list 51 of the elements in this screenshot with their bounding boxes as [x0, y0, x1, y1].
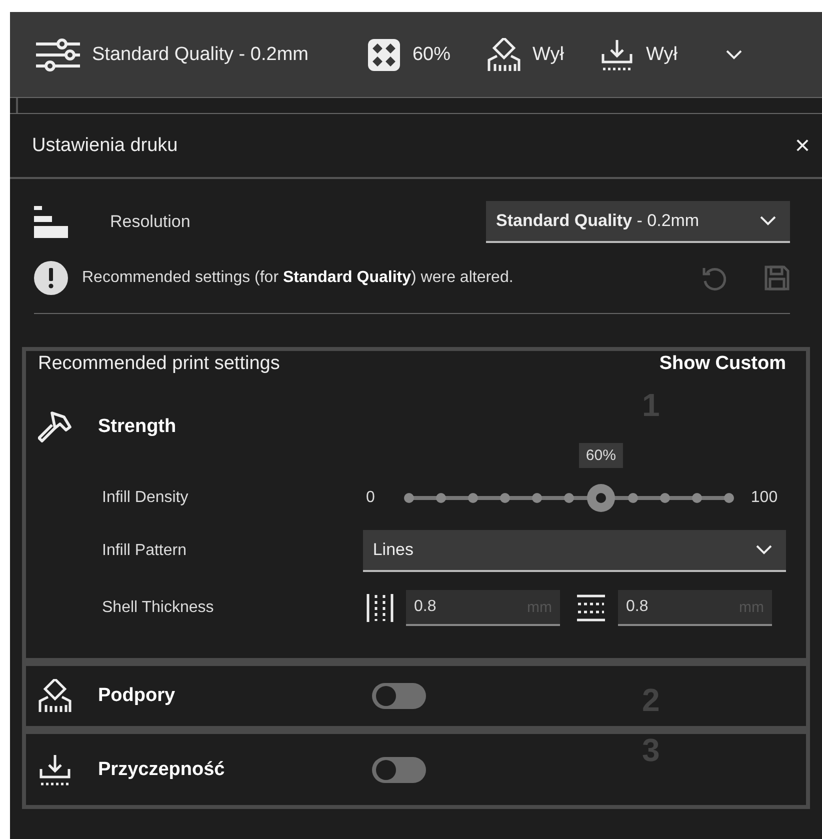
slider-tick [724, 493, 734, 503]
chevron-down-icon [726, 50, 742, 60]
setting-label: Infill Density [102, 489, 190, 507]
adhesion-icon [600, 38, 634, 72]
infill-pattern-dropdown[interactable]: Lines [362, 530, 786, 572]
slider-tick [564, 493, 574, 503]
hammer-icon [38, 411, 72, 443]
slider-tick [436, 493, 446, 503]
panel-title: Ustawienia druku [32, 134, 178, 156]
save-icon[interactable] [764, 265, 790, 291]
toggle-switch[interactable] [372, 683, 426, 709]
slider-tick [532, 493, 542, 503]
support-button[interactable]: Wył [486, 38, 564, 72]
sliders-icon [36, 38, 80, 72]
support-icon [486, 38, 521, 72]
adhesion-button[interactable]: Wył [600, 38, 678, 72]
slider-tick [692, 493, 702, 503]
warning-icon [34, 261, 68, 295]
slider-min-label: 0 [366, 489, 375, 507]
infill-button[interactable]: 60% [368, 38, 451, 70]
support-icon [38, 679, 72, 713]
setting-label: Infill Pattern [102, 542, 188, 560]
slider-tick [660, 493, 670, 503]
section-heading: Przyczepność [98, 758, 226, 780]
profile-button[interactable]: Standard Quality - 0.2mm [36, 38, 308, 72]
resolution-label: Resolution [110, 212, 192, 232]
slider-tick [468, 493, 478, 503]
infill-icon [368, 38, 400, 70]
close-button[interactable]: × [788, 129, 816, 162]
adhesion-icon [38, 752, 72, 786]
slider-tick [500, 493, 510, 503]
setting-label: Shell Thickness [102, 599, 215, 617]
chevron-down-icon [756, 545, 772, 555]
toggle-switch[interactable] [372, 756, 426, 782]
top-bottom-thickness-icon [576, 594, 606, 622]
slider-thumb[interactable] [586, 484, 615, 512]
show-custom-button[interactable]: Show Custom [659, 353, 786, 375]
strength-heading: Strength [98, 416, 176, 438]
slider-tick [628, 493, 638, 503]
section-heading: Podpory [98, 685, 176, 707]
chevron-down-icon [760, 216, 776, 226]
warning-message: Recommended settings (for Standard Quality) were altered. [82, 269, 514, 287]
slider-tick [404, 493, 414, 503]
expand-button[interactable] [726, 50, 742, 60]
undo-icon[interactable] [702, 265, 726, 291]
slider-max-label: 100 [750, 489, 778, 507]
wall-thickness-icon [366, 593, 394, 623]
section-title: Recommended print settings [38, 353, 280, 375]
resolution-icon [34, 206, 68, 238]
slider-tooltip: 60% [578, 443, 623, 468]
resolution-dropdown[interactable]: Standard Quality - 0.2mm [486, 201, 790, 243]
